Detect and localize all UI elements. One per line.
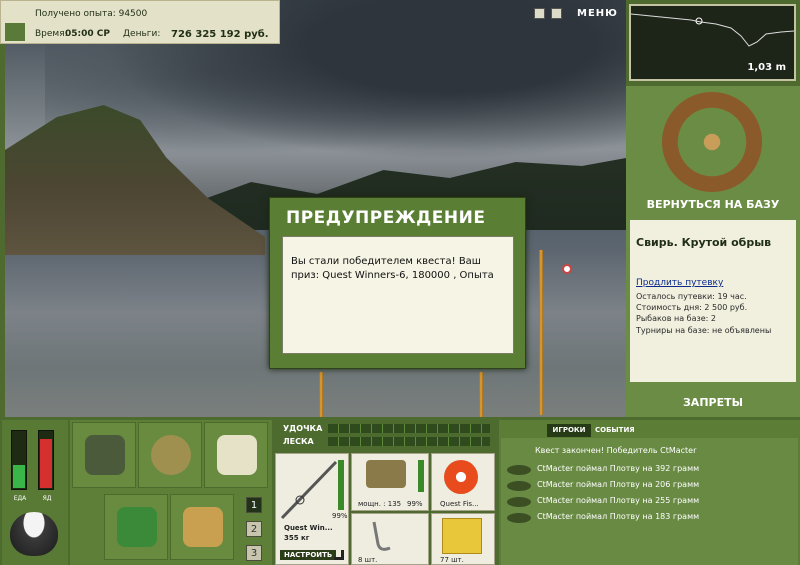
location-info: Свирь. Крутой обрыв Продлить путевку Ост… <box>630 220 796 382</box>
depth-curve <box>631 13 794 47</box>
bait-count: 77 шт. <box>440 556 464 564</box>
sound-icon[interactable] <box>551 8 562 19</box>
arrow-icon <box>334 550 344 560</box>
warning-dialog[interactable]: ПРЕДУПРЕЖДЕНИЕ Вы стали победителем квес… <box>269 197 526 369</box>
line-card[interactable]: Quest Fis... <box>431 453 495 511</box>
event-item: CtMacter поймал Плотву на 183 грамм <box>537 512 700 521</box>
status-meters: ЕДА ЯД <box>2 420 68 565</box>
depth-profile: 1,03 m <box>629 4 796 81</box>
fish-icon <box>507 513 531 523</box>
setup-button[interactable]: НАСТРОИТЬ <box>280 550 337 560</box>
pause-icon[interactable] <box>534 8 545 19</box>
poison-meter: ЯД <box>38 430 54 502</box>
rod-weight: 355 кг <box>284 534 310 542</box>
line-spool-icon <box>444 460 478 494</box>
line-name: Quest Fis... <box>440 500 479 508</box>
bag-icon <box>151 435 191 475</box>
reel-wear-bar <box>418 460 424 492</box>
menu-button[interactable]: МЕНЮ <box>577 8 618 19</box>
time-value: 05:00 СР <box>65 29 110 39</box>
rod-wear: 99% <box>332 512 348 520</box>
float-bobber[interactable] <box>562 264 572 274</box>
bag-slot[interactable] <box>138 422 202 488</box>
reel-power: мощн. : 135 <box>358 500 402 508</box>
lock-icon[interactable] <box>5 23 25 41</box>
rod-wear-bar <box>338 460 344 510</box>
fish-icon <box>507 497 531 507</box>
rod-tension-label: УДОЧКА <box>283 424 323 433</box>
tab-players[interactable]: ИГРОКИ <box>547 424 591 437</box>
bait-pot-icon[interactable] <box>10 512 58 556</box>
fishing-rod-left[interactable] <box>319 372 323 417</box>
events-tabs: ИГРОКИ СОБЫТИЯ <box>499 424 800 438</box>
tournaments-info: Турниры на базе: не объявлены <box>636 326 772 335</box>
events-panel: ИГРОКИ СОБЫТИЯ Квест закончен! Победител… <box>499 420 800 565</box>
status-bar: Получено опыта: 94500 Время: 05:00 СР Де… <box>0 0 280 44</box>
depth-value: 1,03 m <box>747 62 786 73</box>
bucket-slot[interactable] <box>170 494 234 560</box>
food-meter: ЕДА <box>11 430 27 502</box>
return-to-base-button[interactable]: ВЕРНУТЬСЯ НА БАЗУ <box>626 198 800 211</box>
day-cost: Стоимость дня: 2 500 руб. <box>636 303 748 312</box>
dialog-title: ПРЕДУПРЕЖДЕНИЕ <box>286 208 486 228</box>
dialog-message: Вы стали победителем квеста! Ваш приз: Q… <box>282 236 514 354</box>
corn-bait-icon <box>442 518 482 554</box>
event-item: CtMacter поймал Плотву на 255 грамм <box>537 496 700 505</box>
line-tension-bar <box>328 437 490 446</box>
food-label: ЕДА <box>13 495 27 502</box>
rod-tension-bar <box>328 424 490 433</box>
experience-text: Получено опыта: 94500 <box>35 9 148 19</box>
bans-button[interactable]: ЗАПРЕТЫ <box>626 396 800 409</box>
inventory-items <box>70 420 272 565</box>
time-label: Время: <box>35 29 68 39</box>
food-meter-fill <box>13 464 25 488</box>
reel-wear: 99% <box>407 500 423 508</box>
voucher-left: Осталось путевки: 19 час. <box>636 292 747 301</box>
rod-name: Quest Win... <box>284 524 333 532</box>
notebook-icon <box>217 435 257 475</box>
event-item: CtMacter поймал Плотву на 206 грамм <box>537 480 700 489</box>
poison-label: ЯД <box>42 495 52 502</box>
bait-card[interactable]: 77 шт. <box>431 513 495 565</box>
page-1-button[interactable]: 1 <box>246 497 262 513</box>
fishing-rod-right[interactable] <box>539 250 543 415</box>
extend-voucher-link[interactable]: Продлить путевку <box>636 278 723 288</box>
hook-icon <box>372 521 391 551</box>
reel-card[interactable]: мощн. : 135 99% <box>351 453 429 511</box>
rod-card[interactable]: 99% Quest Win... 355 кг НАСТРОИТЬ <box>275 453 349 565</box>
fish-icon <box>507 481 531 491</box>
money-value: 726 325 192 руб. <box>171 29 269 40</box>
events-list: Квест закончен! Победитель CtMacter CtMa… <box>501 438 798 565</box>
tackle-box-icon <box>85 435 125 475</box>
notes-slot[interactable] <box>204 422 268 488</box>
poison-meter-fill <box>40 438 52 488</box>
hook-card[interactable]: 8 шт. <box>351 513 429 565</box>
tackle-box-slot[interactable] <box>72 422 136 488</box>
money-label: Деньги: <box>123 29 161 39</box>
page-2-button[interactable]: 2 <box>246 521 262 537</box>
ship-wheel-icon[interactable] <box>662 92 762 192</box>
hook-count: 8 шт. <box>358 556 378 564</box>
location-name: Свирь. Крутой обрыв <box>636 236 772 249</box>
tab-events[interactable]: СОБЫТИЯ <box>595 424 635 437</box>
reel-icon <box>366 460 406 488</box>
line-tension-label: ЛЕСКА <box>283 437 314 446</box>
rod-icon <box>280 460 338 520</box>
page-3-button[interactable]: 3 <box>246 545 262 561</box>
right-panel: ВЕРНУТЬСЯ НА БАЗУ Свирь. Крутой обрыв Пр… <box>626 86 800 417</box>
bucket-icon <box>183 507 223 547</box>
basket-slot[interactable] <box>104 494 168 560</box>
fishers-count: Рыбаков на базе: 2 <box>636 314 716 323</box>
basket-icon <box>117 507 157 547</box>
fishing-rod-middle[interactable] <box>479 372 483 417</box>
event-item: CtMacter поймал Плотву на 392 грамм <box>537 464 700 473</box>
event-item: Квест закончен! Победитель CtMacter <box>535 446 697 455</box>
fish-icon <box>507 465 531 475</box>
